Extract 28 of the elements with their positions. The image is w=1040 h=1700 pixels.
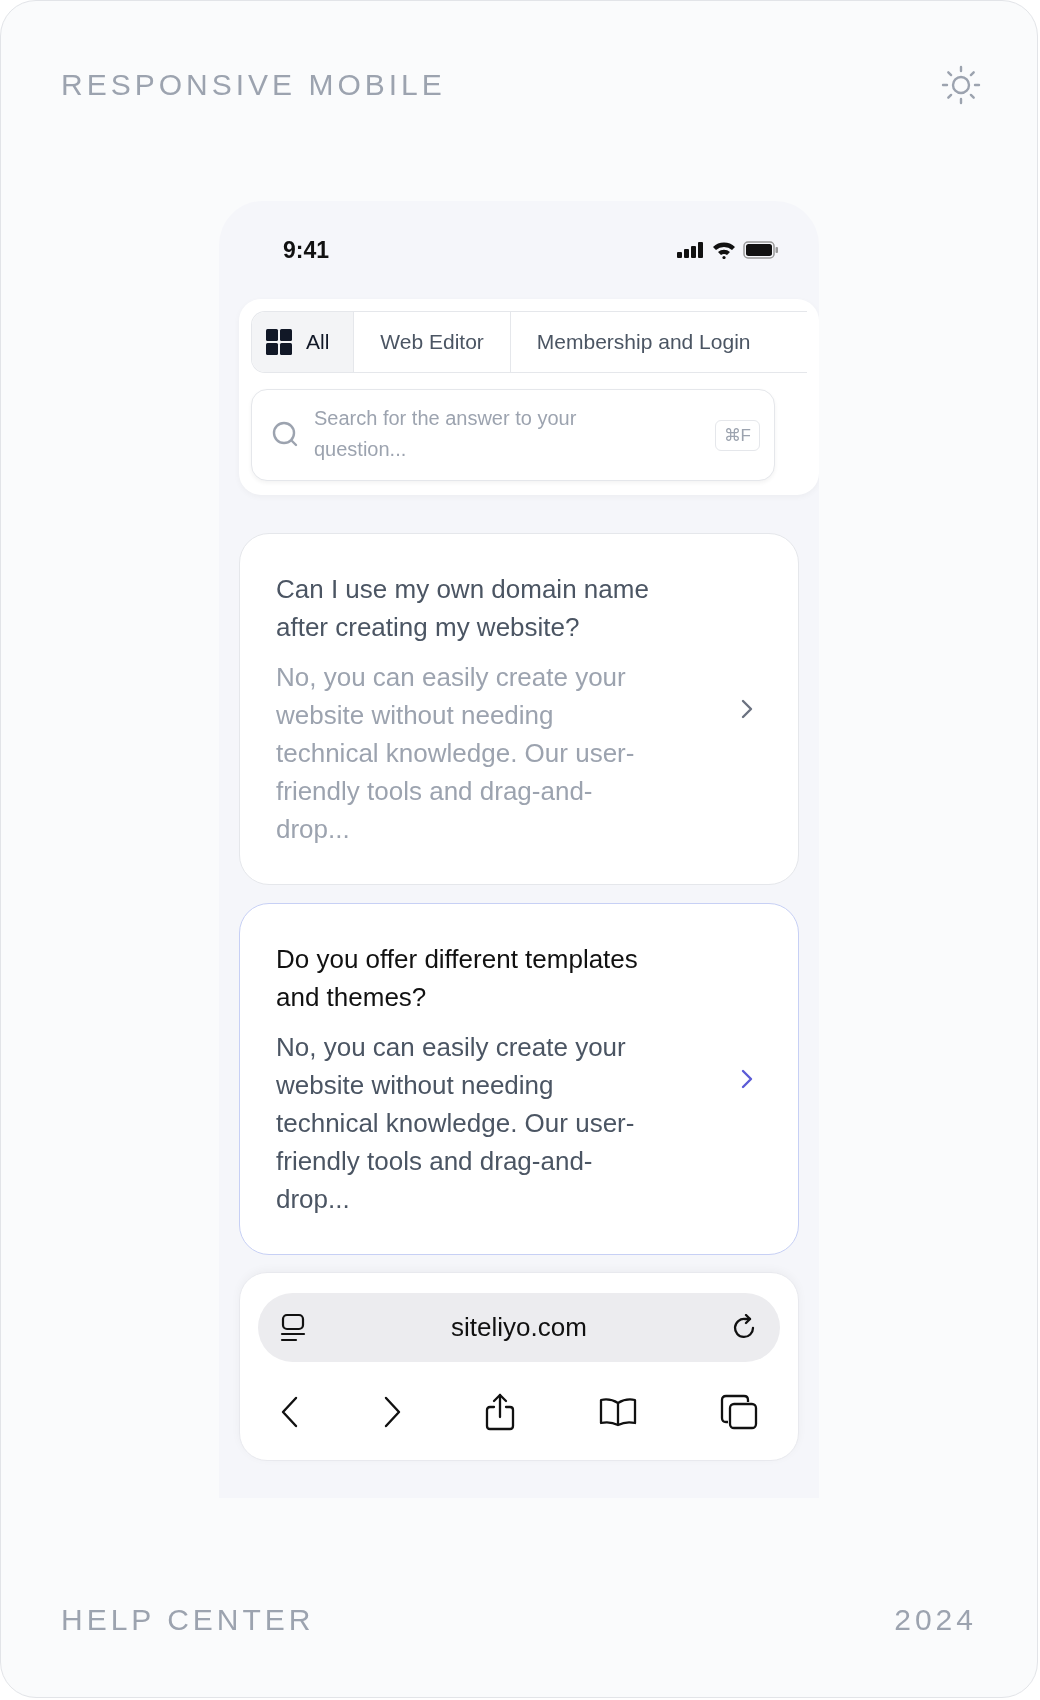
chevron-right-icon bbox=[740, 698, 754, 720]
search-input[interactable]: Search for the answer to your question... bbox=[314, 403, 604, 467]
share-icon[interactable] bbox=[484, 1393, 516, 1431]
grid-icon bbox=[266, 329, 292, 355]
reader-icon[interactable] bbox=[280, 1312, 306, 1343]
faq-answer: No, you can easily create your website without needing technical knowledge. Our user-friendly tools and drag-and-drop... bbox=[276, 661, 636, 846]
shortcut-hint: ⌘F bbox=[714, 419, 760, 451]
book-icon[interactable] bbox=[598, 1397, 638, 1427]
address-bar[interactable]: siteliyo.com bbox=[258, 1293, 780, 1362]
back-icon[interactable] bbox=[280, 1396, 300, 1428]
status-time: 9:41 bbox=[283, 236, 330, 264]
battery-icon bbox=[743, 241, 779, 259]
faq-card[interactable]: Do you offer different templates and themes? No, you can easily create your website without needing technical knowledge. Our user-friendly tools and drag-and-drop... bbox=[239, 903, 799, 1255]
category-tab[interactable]: All bbox=[252, 312, 355, 372]
url-text: siteliyo.com bbox=[451, 1312, 587, 1343]
forward-icon[interactable] bbox=[382, 1396, 402, 1428]
wifi-icon bbox=[712, 241, 736, 259]
faq-answer: No, you can easily create your website without needing technical knowledge. Our user-friendly tools and drag-and-drop... bbox=[276, 1031, 636, 1216]
page-title: RESPONSIVE MOBILE bbox=[61, 68, 446, 102]
footer-year: 2024 bbox=[894, 1603, 977, 1637]
faq-card[interactable]: Can I use my own domain name after creating my website? No, you can easily create your website without needing technical knowledge. Our user-friendly tools and drag-and-drop... bbox=[239, 533, 799, 885]
faq-question: Can I use my own domain name after creating my website? bbox=[276, 573, 650, 644]
signal-icon bbox=[677, 242, 705, 258]
chevron-right-icon bbox=[740, 1068, 754, 1090]
faq-question: Do you offer different templates and themes? bbox=[276, 943, 639, 1014]
footer-label: HELP CENTER bbox=[61, 1603, 315, 1637]
tabs-icon[interactable] bbox=[720, 1394, 758, 1430]
search-icon bbox=[272, 421, 300, 449]
